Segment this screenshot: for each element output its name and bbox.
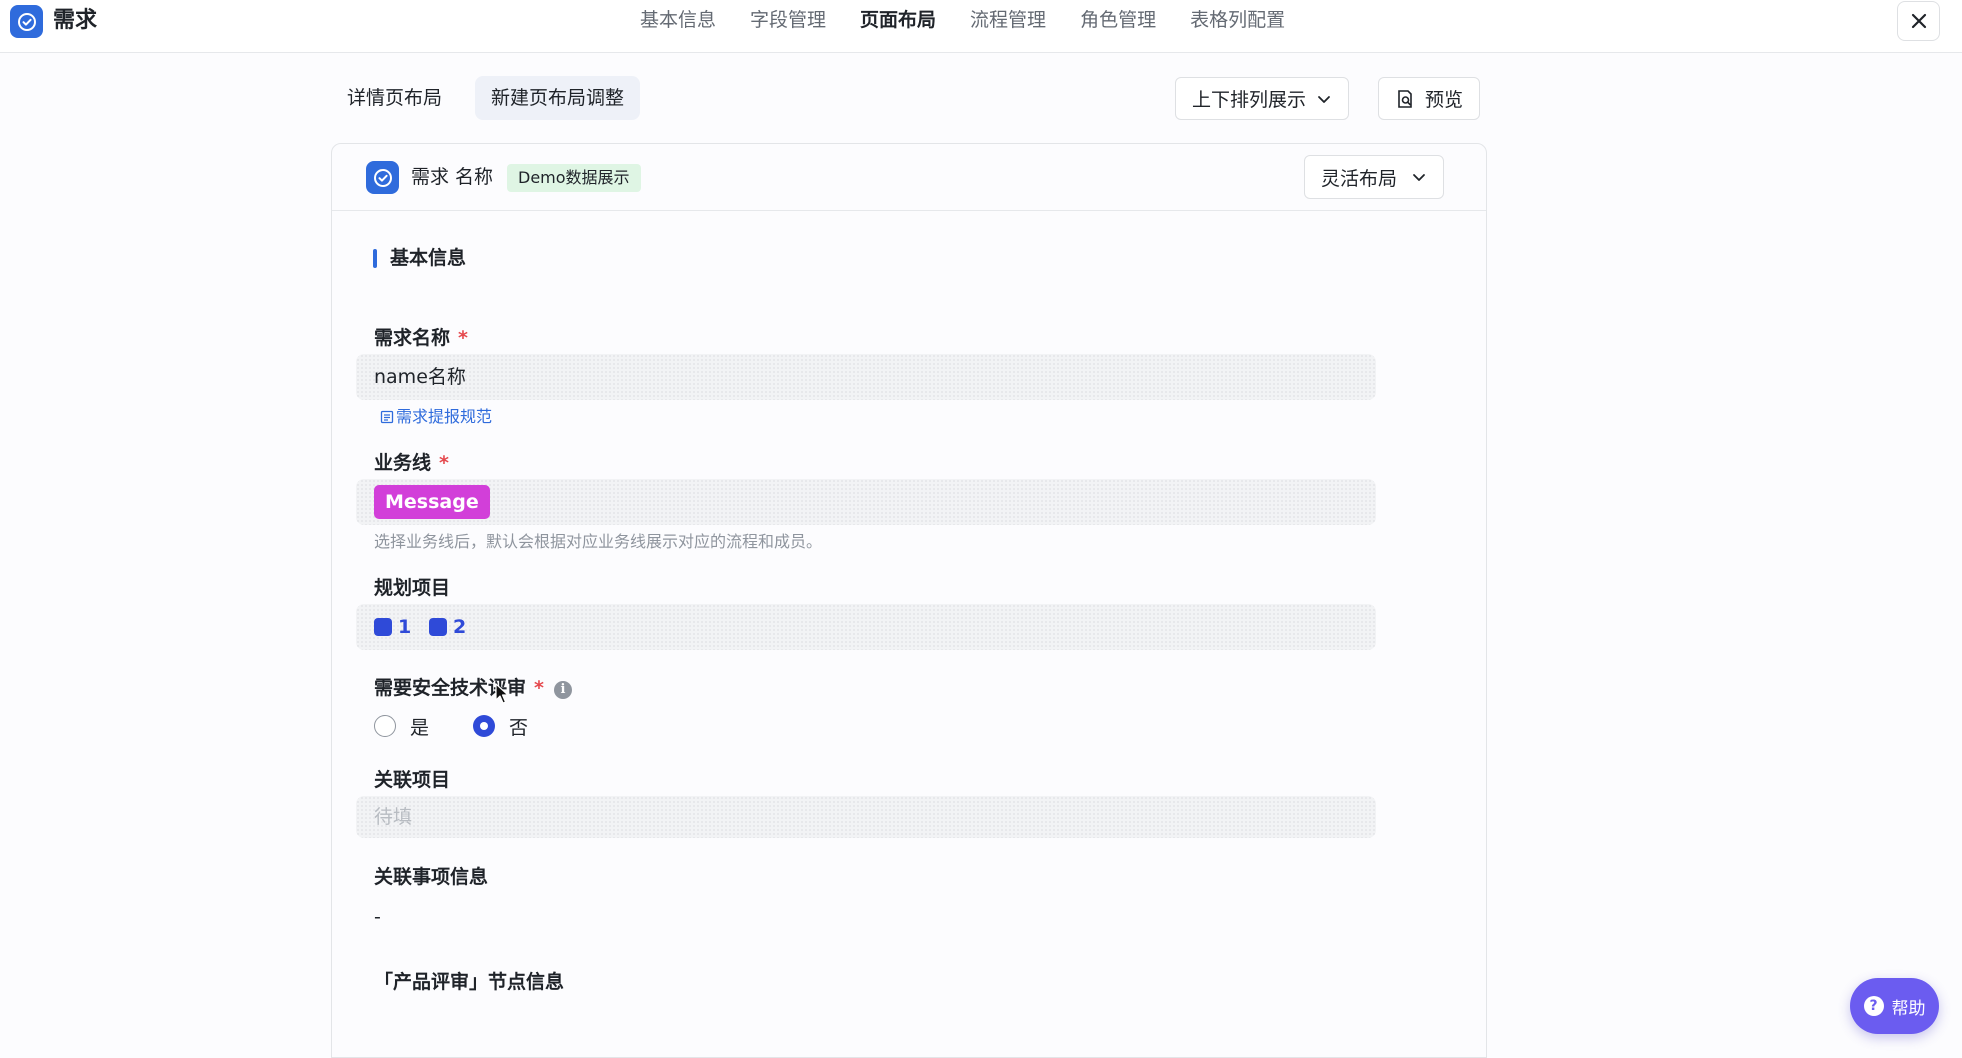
subtab-create-layout[interactable]: 新建页布局调整 (475, 76, 641, 120)
info-icon[interactable]: i (553, 681, 572, 699)
layout-select[interactable]: 灵活布局 (1304, 155, 1445, 199)
field-label-plan-project: 规划项目 (374, 577, 451, 599)
tab-table-column-config[interactable]: 表格列配置 (1190, 0, 1285, 42)
card-header: 需求 名称 Demo数据展示 灵活布局 (332, 144, 1486, 211)
layout-card: 需求 名称 Demo数据展示 灵活布局 基本信息 需求名称 * name名称 需求… (331, 143, 1487, 1058)
field-label-security-review: 需要安全技术评审 * i (374, 675, 572, 701)
related-project-placeholder: 待填 (374, 806, 413, 828)
requirement-icon (366, 161, 399, 194)
card-title: 需求 名称 (411, 166, 494, 188)
radio-yes[interactable]: 是 (374, 713, 429, 740)
required-mark: * (534, 677, 544, 699)
plan-project-item-label: 2 (453, 616, 467, 638)
top-tabs: 基本信息 字段管理 页面布局 流程管理 角色管理 表格列配置 (640, 0, 1285, 42)
requirement-spec-link[interactable]: 需求提报规范 (380, 406, 492, 428)
project-square-icon (374, 618, 392, 636)
radio-yes-label: 是 (410, 716, 430, 739)
help-label: 帮助 (1891, 998, 1926, 1019)
app-title: 需求 (53, 8, 98, 33)
field-label-name-text: 需求名称 (374, 327, 451, 349)
field-label-business-line-text: 业务线 (374, 452, 432, 474)
radio-circle-icon (374, 715, 396, 737)
tab-flow-management[interactable]: 流程管理 (970, 0, 1046, 42)
tab-role-management[interactable]: 角色管理 (1080, 0, 1156, 42)
business-line-tag: Message (374, 485, 490, 519)
related-project-input[interactable]: 待填 (356, 796, 1376, 838)
preview-label: 预览 (1425, 89, 1464, 111)
section-accent-bar (373, 249, 377, 268)
field-label-business-line: 业务线 * (374, 450, 449, 476)
document-icon (380, 410, 394, 424)
demo-badge: Demo数据展示 (507, 164, 641, 192)
plan-project-item: 1 (374, 604, 411, 650)
field-label-related-info: 关联事项信息 (374, 866, 489, 888)
radio-no-label: 否 (509, 716, 529, 739)
business-line-hint: 选择业务线后，默认会根据对应业务线展示对应的流程和成员。 (374, 532, 823, 551)
field-label-related-project: 关联项目 (374, 769, 451, 791)
preview-button[interactable]: 预览 (1378, 77, 1481, 120)
chevron-down-icon (1318, 95, 1330, 103)
radio-checked-icon (473, 715, 496, 737)
name-input-value: name名称 (374, 366, 466, 388)
help-button[interactable]: ? 帮助 (1850, 978, 1939, 1034)
tab-basic-info[interactable]: 基本信息 (640, 0, 716, 42)
top-bar: 需求 基本信息 字段管理 页面布局 流程管理 角色管理 表格列配置 (0, 0, 1962, 53)
field-label-product-review: 「产品评审」节点信息 (374, 971, 565, 993)
radio-no[interactable]: 否 (473, 713, 528, 740)
plan-project-select[interactable]: 1 2 (356, 604, 1376, 650)
chevron-down-icon (1413, 174, 1425, 181)
close-icon (1911, 13, 1926, 29)
related-info-value: - (374, 906, 381, 928)
app-logo-icon (10, 5, 43, 38)
business-line-select[interactable]: Message (356, 479, 1376, 525)
name-input[interactable]: name名称 (356, 354, 1376, 400)
security-review-radio-group: 是 否 (374, 713, 572, 739)
required-mark: * (439, 452, 449, 474)
arrange-select[interactable]: 上下排列展示 (1175, 77, 1350, 120)
tab-page-layout[interactable]: 页面布局 (860, 0, 936, 42)
required-mark: * (458, 327, 468, 349)
plan-project-item: 2 (429, 604, 466, 650)
preview-icon (1398, 89, 1412, 108)
tab-field-management[interactable]: 字段管理 (750, 0, 826, 42)
layout-select-value: 灵活布局 (1321, 167, 1398, 190)
field-label-name: 需求名称 * (374, 325, 468, 351)
close-button[interactable] (1897, 1, 1940, 41)
project-square-icon (429, 618, 447, 636)
arrange-select-value: 上下排列展示 (1192, 89, 1307, 111)
mouse-cursor-icon (495, 683, 509, 704)
plan-project-item-label: 1 (398, 616, 412, 638)
subtab-detail-layout[interactable]: 详情页布局 (331, 76, 458, 120)
question-icon: ? (1863, 996, 1884, 1016)
requirement-spec-link-text: 需求提报规范 (396, 407, 493, 426)
section-title: 基本信息 (390, 247, 467, 269)
